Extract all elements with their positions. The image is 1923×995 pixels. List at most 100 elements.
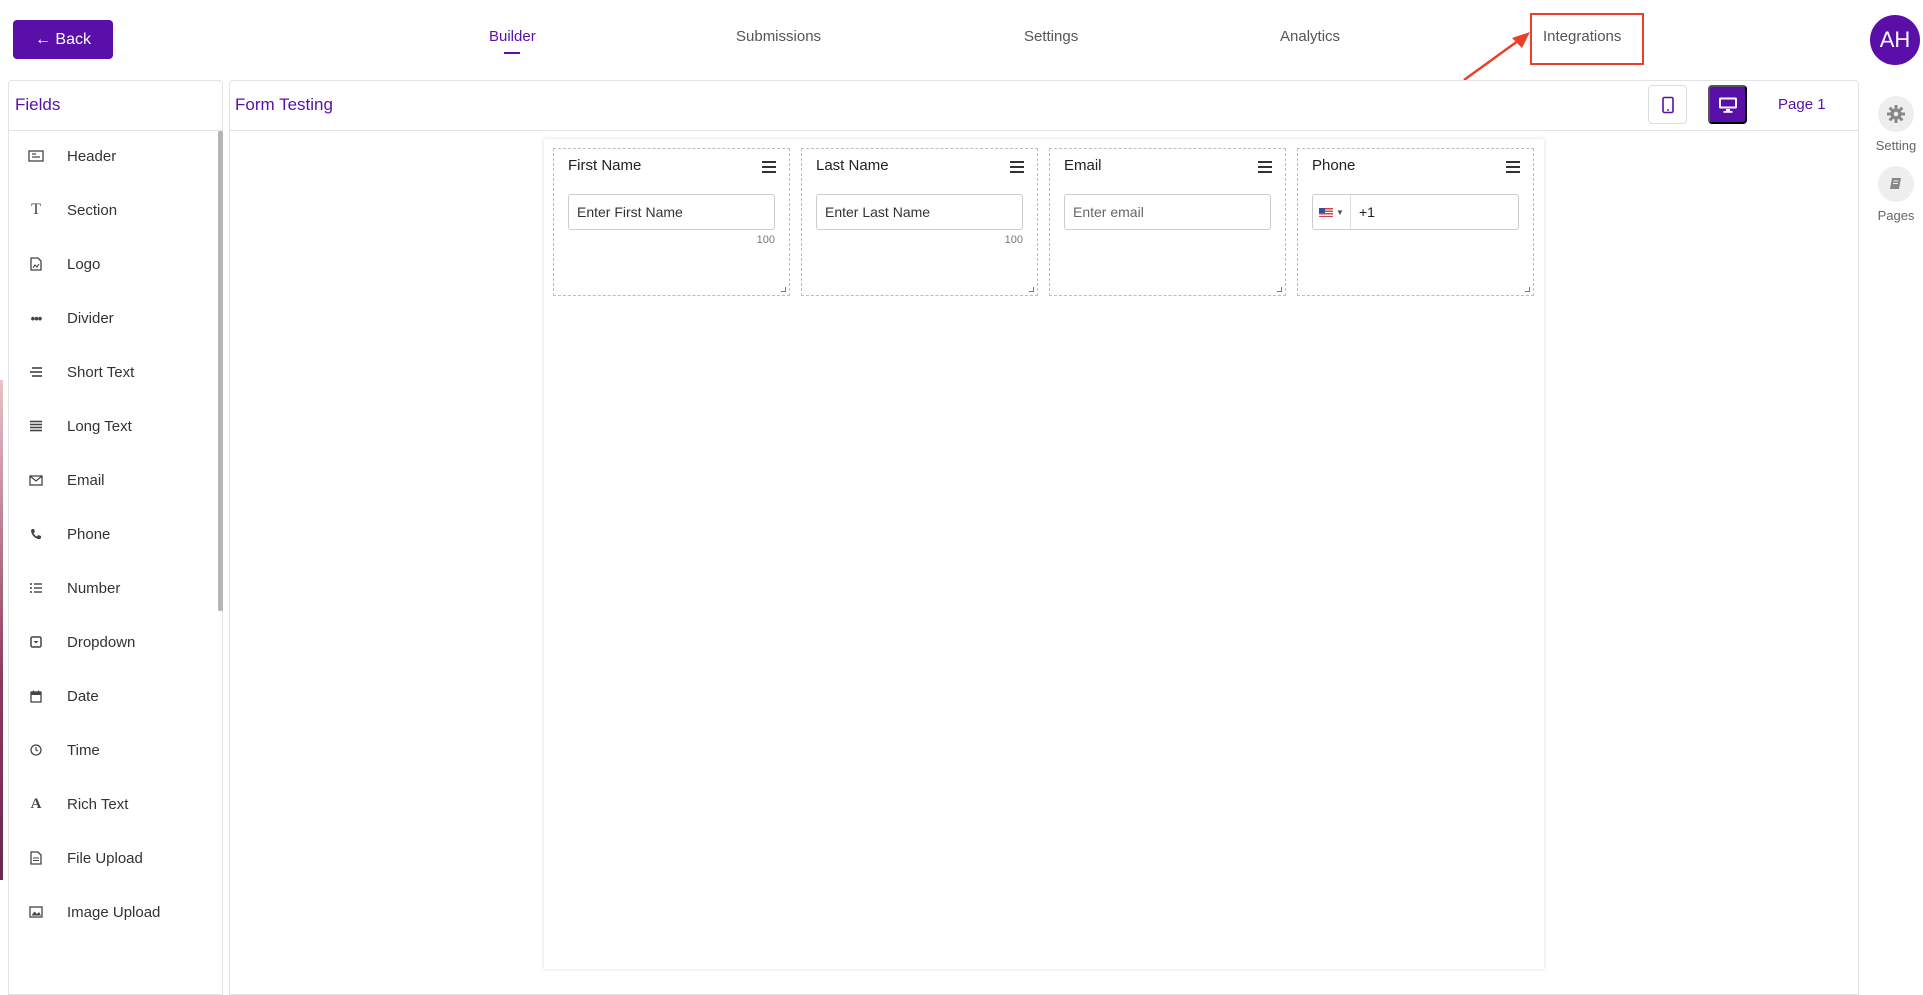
field-type-label: Section xyxy=(67,201,118,219)
char-limit: 100 xyxy=(756,234,775,246)
field-type-divider[interactable]: ••• Divider xyxy=(9,298,209,338)
sidebar-title: Fields xyxy=(9,81,222,131)
header-icon xyxy=(27,147,45,165)
field-type-label: Time xyxy=(67,741,100,759)
rail-setting[interactable]: Setting xyxy=(1874,96,1918,153)
form-title: Form Testing xyxy=(235,95,333,114)
field-label: First Name xyxy=(568,157,642,174)
page-selector[interactable]: Page 1 xyxy=(1778,96,1826,113)
rich-text-icon: A xyxy=(30,795,42,812)
back-button[interactable]: ← Back xyxy=(13,20,113,59)
field-type-time[interactable]: Time xyxy=(9,730,209,770)
tablet-view-button[interactable] xyxy=(1648,85,1687,124)
tab-builder[interactable]: Builder xyxy=(489,28,536,45)
last-name-input[interactable] xyxy=(816,194,1023,230)
sidebar-scrollbar[interactable] xyxy=(218,131,223,611)
builder-header: Form Testing Page 1 xyxy=(230,81,1858,131)
clock-icon xyxy=(27,741,45,759)
hamburger-menu-icon[interactable] xyxy=(762,161,776,173)
rail-setting-label: Setting xyxy=(1875,138,1917,153)
field-type-label: Divider xyxy=(67,309,114,327)
rail-pages[interactable]: Pages xyxy=(1874,166,1918,223)
gear-icon xyxy=(1878,96,1914,132)
dropdown-icon xyxy=(27,633,45,651)
field-type-image-upload[interactable]: Image Upload xyxy=(9,892,209,932)
window-edge-strip xyxy=(0,380,3,880)
short-text-icon xyxy=(27,363,45,381)
field-card-email[interactable]: Email xyxy=(1049,148,1286,296)
text-t-icon: T xyxy=(31,201,41,218)
field-type-number[interactable]: Number xyxy=(9,568,209,608)
field-type-label: Rich Text xyxy=(67,795,129,813)
field-type-email[interactable]: Email xyxy=(9,460,209,500)
field-type-label: Header xyxy=(67,147,117,165)
app-root: ← Back Builder Submissions Settings Anal… xyxy=(0,0,1923,995)
first-name-input[interactable] xyxy=(568,194,775,230)
annotation-arrow-icon xyxy=(1463,32,1530,82)
field-type-date[interactable]: Date xyxy=(9,676,209,716)
hamburger-menu-icon[interactable] xyxy=(1010,161,1024,173)
field-type-header[interactable]: Header xyxy=(9,136,209,176)
field-type-label: Email xyxy=(67,471,105,489)
file-icon xyxy=(27,849,45,867)
tab-analytics[interactable]: Analytics xyxy=(1280,28,1340,45)
field-type-section[interactable]: T Section xyxy=(9,190,209,230)
field-type-phone[interactable]: Phone xyxy=(9,514,209,554)
field-type-label: Long Text xyxy=(67,417,132,435)
field-type-label: Short Text xyxy=(67,363,135,381)
field-type-rich-text[interactable]: A Rich Text xyxy=(9,784,209,824)
field-type-logo[interactable]: Logo xyxy=(9,244,209,284)
hamburger-menu-icon[interactable] xyxy=(1506,161,1520,173)
field-type-file-upload[interactable]: File Upload xyxy=(9,838,209,878)
active-tab-indicator xyxy=(504,52,520,54)
rail-pages-label: Pages xyxy=(1877,208,1915,223)
top-navbar: ← Back Builder Submissions Settings Anal… xyxy=(0,0,1923,82)
field-label: Last Name xyxy=(816,157,889,174)
field-type-label: Date xyxy=(67,687,99,705)
field-type-long-text[interactable]: Long Text xyxy=(9,406,209,446)
resize-handle-icon[interactable] xyxy=(1029,287,1034,292)
image-file-icon xyxy=(27,255,45,273)
field-type-label: Phone xyxy=(67,525,111,543)
tablet-icon xyxy=(1661,96,1674,113)
envelope-icon xyxy=(27,471,45,489)
dial-code: +1 xyxy=(1359,204,1375,220)
resize-handle-icon[interactable] xyxy=(1525,287,1530,292)
field-type-label: File Upload xyxy=(67,849,143,867)
field-card-phone[interactable]: Phone ▼ +1 xyxy=(1297,148,1534,296)
field-type-dropdown[interactable]: Dropdown xyxy=(9,622,209,662)
field-card-first-name[interactable]: First Name 100 xyxy=(553,148,790,296)
field-type-label: Image Upload xyxy=(67,903,161,921)
calendar-icon xyxy=(27,687,45,705)
long-text-icon xyxy=(27,417,45,435)
field-type-list: Header T Section Logo ••• Divider Short … xyxy=(9,131,222,991)
email-input[interactable] xyxy=(1064,194,1271,230)
dots-icon: ••• xyxy=(30,310,43,326)
annotation-highlight-box xyxy=(1530,13,1644,65)
book-icon xyxy=(1878,166,1914,202)
builder-panel: Form Testing Page 1 First Name 100 Last … xyxy=(229,80,1859,995)
resize-handle-icon[interactable] xyxy=(1277,287,1282,292)
user-avatar[interactable]: AH xyxy=(1870,15,1920,65)
field-type-short-text[interactable]: Short Text xyxy=(9,352,209,392)
fields-sidebar: Fields Header T Section Logo ••• Divider… xyxy=(8,80,223,995)
numbered-list-icon xyxy=(27,579,45,597)
desktop-view-button[interactable] xyxy=(1708,85,1747,124)
hamburger-menu-icon[interactable] xyxy=(1258,161,1272,173)
field-type-label: Logo xyxy=(67,255,101,273)
field-type-label: Dropdown xyxy=(67,633,136,651)
field-label: Phone xyxy=(1312,157,1356,174)
tab-submissions[interactable]: Submissions xyxy=(736,28,821,45)
country-code-selector[interactable]: ▼ xyxy=(1313,195,1351,229)
char-limit: 100 xyxy=(1004,234,1023,246)
desktop-icon xyxy=(1718,97,1737,113)
field-type-label: Number xyxy=(67,579,121,597)
image-icon xyxy=(27,903,45,921)
phone-input[interactable]: ▼ +1 xyxy=(1312,194,1519,230)
avatar-initials: AH xyxy=(1879,27,1911,52)
phone-icon xyxy=(27,525,45,543)
tab-settings[interactable]: Settings xyxy=(1024,28,1078,45)
caret-down-icon: ▼ xyxy=(1336,207,1344,217)
field-card-last-name[interactable]: Last Name 100 xyxy=(801,148,1038,296)
resize-handle-icon[interactable] xyxy=(781,287,786,292)
